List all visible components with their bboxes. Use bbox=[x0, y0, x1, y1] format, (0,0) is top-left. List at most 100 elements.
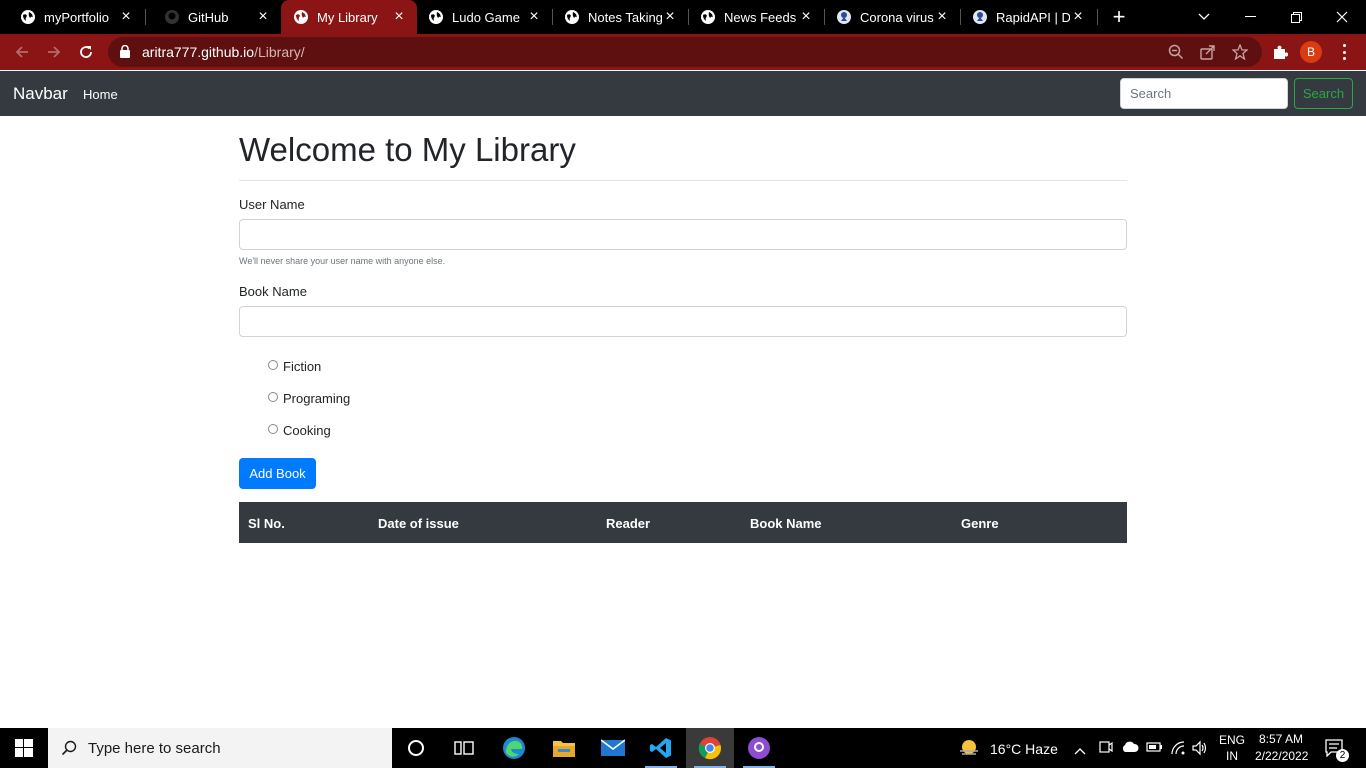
edge-browser-icon[interactable] bbox=[490, 728, 538, 768]
close-tab-icon[interactable]: × bbox=[391, 9, 407, 25]
genre-label-cooking[interactable]: Cooking bbox=[283, 423, 331, 438]
forward-arrow-icon[interactable] bbox=[44, 42, 64, 62]
weather-haze-icon[interactable] bbox=[958, 738, 980, 763]
tab-title: myPortfolio bbox=[44, 9, 110, 25]
column-header-sl-no: Sl No. bbox=[248, 516, 285, 531]
column-header-book-name: Book Name bbox=[750, 516, 822, 531]
genre-radio-fiction[interactable] bbox=[268, 360, 278, 370]
address-bar[interactable]: aritra777.github.io/Library/ bbox=[108, 37, 1262, 67]
reload-icon[interactable] bbox=[76, 42, 96, 62]
bookmark-star-icon[interactable] bbox=[1231, 43, 1249, 61]
column-header-reader: Reader bbox=[606, 516, 651, 531]
books-table-header: Sl No. Date of issue Reader Book Name Ge… bbox=[239, 502, 1127, 543]
genre-option-cooking[interactable]: Cooking bbox=[268, 423, 331, 438]
tab-news-feeds[interactable]: News Feeds × bbox=[680, 0, 824, 34]
genre-radio-programing[interactable] bbox=[268, 392, 278, 402]
tab-search-chevron-icon[interactable] bbox=[1181, 0, 1227, 34]
meet-now-icon[interactable] bbox=[1099, 740, 1113, 761]
back-arrow-icon[interactable] bbox=[12, 42, 32, 62]
browser-menu-icon[interactable] bbox=[1338, 44, 1350, 60]
navbar-search-input[interactable] bbox=[1120, 78, 1288, 109]
rapidapi-icon bbox=[836, 9, 852, 25]
genre-label-fiction[interactable]: Fiction bbox=[283, 359, 321, 374]
browser-toolbar: aritra777.github.io/Library/ B bbox=[0, 34, 1366, 70]
cortana-icon[interactable] bbox=[392, 728, 440, 768]
tab-separator bbox=[1097, 9, 1098, 25]
close-window-icon[interactable] bbox=[1319, 0, 1365, 34]
zoom-icon[interactable] bbox=[1168, 44, 1184, 60]
book-name-input[interactable] bbox=[239, 306, 1127, 337]
close-tab-icon[interactable]: × bbox=[934, 9, 950, 25]
tab-corona-virus[interactable]: Corona virus × bbox=[816, 0, 960, 34]
restore-window-icon[interactable] bbox=[1273, 0, 1319, 34]
tab-github[interactable]: GitHub × bbox=[144, 0, 281, 34]
close-tab-icon[interactable]: × bbox=[526, 9, 542, 25]
language-region[interactable]: IN bbox=[1226, 749, 1238, 763]
vscode-icon[interactable] bbox=[637, 728, 685, 768]
navbar-search-button[interactable]: Search bbox=[1294, 78, 1353, 109]
nav-home-link[interactable]: Home bbox=[83, 87, 118, 102]
tab-title: GitHub bbox=[188, 9, 229, 25]
page-title: Welcome to My Library bbox=[239, 131, 576, 168]
globe-icon bbox=[20, 9, 36, 25]
wifi-icon[interactable] bbox=[1170, 740, 1186, 761]
volume-icon[interactable] bbox=[1192, 740, 1208, 761]
close-tab-icon[interactable]: × bbox=[255, 9, 271, 25]
task-view-icon[interactable] bbox=[440, 728, 488, 768]
windows-taskbar: Type here to search 16°C Haze ENG IN 8:5… bbox=[0, 728, 1366, 768]
taskbar-search-box[interactable]: Type here to search bbox=[48, 728, 392, 768]
show-hidden-icons-chevron-icon[interactable] bbox=[1074, 742, 1086, 760]
windows-start-icon[interactable] bbox=[0, 728, 48, 768]
tab-title: Notes Taking bbox=[588, 9, 662, 25]
new-tab-plus-icon[interactable]: + bbox=[1108, 6, 1130, 28]
lock-icon[interactable] bbox=[120, 44, 130, 63]
add-book-button[interactable]: Add Book bbox=[239, 458, 316, 489]
weather-text[interactable]: 16°C Haze bbox=[990, 741, 1058, 757]
tab-rapidapi[interactable]: RapidAPI | De × bbox=[952, 0, 1096, 34]
user-name-help-text: We'll never share your user name with an… bbox=[239, 256, 446, 266]
tab-my-library[interactable]: My Library × bbox=[281, 0, 417, 34]
clock-date[interactable]: 2/22/2022 bbox=[1255, 749, 1308, 763]
mail-icon[interactable] bbox=[589, 728, 637, 768]
close-tab-icon[interactable]: × bbox=[1070, 9, 1086, 25]
share-icon[interactable] bbox=[1200, 44, 1216, 60]
book-name-label: Book Name bbox=[239, 284, 307, 299]
clock-time[interactable]: 8:57 AM bbox=[1259, 732, 1303, 746]
tab-notes-taking[interactable]: Notes Taking × bbox=[544, 0, 688, 34]
language-code[interactable]: ENG bbox=[1219, 733, 1245, 747]
navbar-brand[interactable]: Navbar bbox=[13, 84, 68, 104]
tab-title: My Library bbox=[317, 9, 378, 25]
chrome-icon[interactable] bbox=[686, 728, 734, 768]
column-header-date-of-issue: Date of issue bbox=[378, 516, 459, 531]
close-tab-icon[interactable]: × bbox=[118, 9, 134, 25]
tab-ludo-game[interactable]: Ludo Game × bbox=[408, 0, 552, 34]
tab-myportfolio[interactable]: myPortfolio × bbox=[0, 0, 144, 34]
genre-option-programing[interactable]: Programing bbox=[268, 391, 350, 406]
close-tab-icon[interactable]: × bbox=[798, 9, 814, 25]
tab-title: News Feeds bbox=[724, 9, 797, 25]
globe-icon bbox=[428, 9, 444, 25]
onedrive-cloud-icon[interactable] bbox=[1121, 740, 1139, 759]
globe-icon bbox=[564, 9, 580, 25]
github-icon bbox=[164, 9, 180, 25]
user-name-label: User Name bbox=[239, 197, 305, 212]
globe-icon bbox=[700, 9, 716, 25]
tab-title: Ludo Game bbox=[452, 9, 520, 25]
minimize-window-icon[interactable] bbox=[1227, 0, 1273, 34]
browser-tab-strip: myPortfolio × GitHub × My Library × Ludo… bbox=[0, 0, 1366, 34]
close-tab-icon[interactable]: × bbox=[662, 9, 678, 25]
genre-option-fiction[interactable]: Fiction bbox=[268, 359, 321, 374]
file-explorer-icon[interactable] bbox=[540, 728, 588, 768]
user-name-input[interactable] bbox=[239, 219, 1127, 250]
url-host: aritra777.github.io bbox=[142, 44, 255, 60]
extensions-puzzle-icon[interactable] bbox=[1272, 44, 1289, 65]
site-navbar: Navbar Home Search bbox=[0, 71, 1366, 116]
genre-label-programing[interactable]: Programing bbox=[283, 391, 350, 406]
url-text: aritra777.github.io/Library/ bbox=[142, 44, 305, 60]
battery-icon[interactable] bbox=[1146, 740, 1164, 759]
profile-avatar[interactable]: B bbox=[1300, 41, 1322, 63]
notification-count-badge: 2 bbox=[1336, 749, 1349, 762]
title-divider bbox=[239, 180, 1127, 181]
github-desktop-icon[interactable] bbox=[735, 728, 783, 768]
genre-radio-cooking[interactable] bbox=[268, 424, 278, 434]
